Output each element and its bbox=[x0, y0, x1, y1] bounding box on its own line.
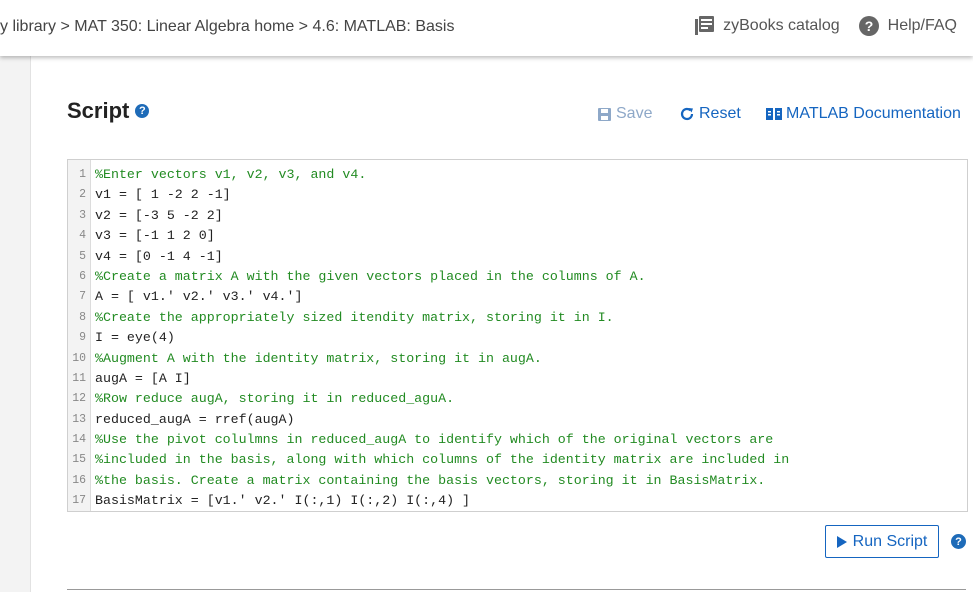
breadcrumb-separator: > bbox=[294, 18, 313, 35]
reset-button[interactable]: Reset bbox=[679, 105, 741, 123]
code-line[interactable]: 13 reduced_augA = rref(augA) bbox=[68, 410, 967, 430]
code-line[interactable]: 4 v3 = [-1 1 2 0] bbox=[68, 226, 967, 246]
code-line[interactable]: 12 %Row reduce augA, storing it in reduce… bbox=[68, 389, 967, 409]
breadcrumb-current-section: 4.6: MATLAB: Basis bbox=[312, 18, 455, 35]
breadcrumb-separator: > bbox=[56, 18, 75, 35]
code-comment: %Create the appropriately sized itendity… bbox=[95, 309, 614, 325]
code-comment: %included in the basis, along with which… bbox=[95, 452, 790, 468]
script-toolbar: Save Reset MATLAB Documentation bbox=[0, 105, 973, 125]
save-button[interactable]: Save bbox=[597, 105, 652, 123]
breadcrumb-course-home[interactable]: MAT 350: Linear Algebra home bbox=[74, 18, 294, 35]
library-books-icon bbox=[695, 16, 715, 35]
code-line[interactable]: 10 %Augment A with the identity matrix, s… bbox=[68, 349, 967, 369]
code-statement: v2 = [-3 5 -2 2] bbox=[95, 207, 223, 223]
line-number: 1 bbox=[79, 168, 86, 181]
book-icon bbox=[766, 108, 782, 120]
code-statement: v3 = [-1 1 2 0] bbox=[95, 228, 215, 244]
run-script-button[interactable]: Run Script bbox=[825, 525, 939, 558]
breadcrumb-library[interactable]: y library bbox=[0, 18, 56, 35]
refresh-icon bbox=[680, 107, 694, 121]
code-line[interactable]: 2 v1 = [ 1 -2 2 -1] bbox=[68, 185, 967, 205]
matlab-documentation-label: MATLAB Documentation bbox=[786, 105, 961, 122]
help-circle-icon: ? bbox=[858, 16, 879, 36]
line-number: 7 bbox=[79, 290, 86, 304]
code-comment: %Create a matrix A with the given vector… bbox=[95, 268, 646, 284]
code-line[interactable]: 3 v2 = [-3 5 -2 2] bbox=[68, 206, 967, 226]
top-nav: zyBooks catalog ? Help/FAQ bbox=[675, 15, 957, 37]
line-number: 16 bbox=[72, 473, 86, 487]
floppy-disk-icon bbox=[598, 107, 611, 121]
code-statement: I = eye(4) bbox=[95, 330, 175, 346]
line-number: 12 bbox=[72, 392, 86, 406]
code-statement: BasisMatrix = [v1.' v2.' I(:,1) I(:,2) I… bbox=[95, 493, 471, 509]
line-number: 6 bbox=[79, 269, 86, 283]
play-icon bbox=[836, 535, 847, 548]
section-divider bbox=[67, 589, 966, 590]
code-comment: %Enter vectors v1, v2, v3, and v4. bbox=[95, 167, 367, 182]
code-line[interactable]: 9 I = eye(4) bbox=[68, 328, 967, 348]
svg-text:?: ? bbox=[864, 18, 873, 34]
code-line[interactable]: 5 v4 = [0 -1 4 -1] bbox=[68, 247, 967, 267]
top-bar: y library > MAT 350: Linear Algebra home… bbox=[0, 0, 973, 56]
code-editor[interactable]: 1 %Enter vectors v1, v2, v3, and v4. 2 v1 =… bbox=[67, 159, 968, 512]
line-number: 14 bbox=[72, 433, 86, 447]
save-label: Save bbox=[616, 105, 653, 122]
code-line[interactable]: 11 augA = [A I] bbox=[68, 369, 967, 389]
code-line[interactable]: 15 %included in the basis, along with whi… bbox=[68, 450, 967, 470]
code-comment: %Augment A with the identity matrix, sto… bbox=[95, 350, 542, 366]
line-number: 4 bbox=[79, 229, 86, 243]
breadcrumb: y library > MAT 350: Linear Algebra home… bbox=[0, 18, 454, 36]
code-line[interactable]: 17 BasisMatrix = [v1.' v2.' I(:,1) I(:,2)… bbox=[68, 491, 967, 511]
line-number: 8 bbox=[79, 310, 86, 324]
code-statement: augA = [A I] bbox=[95, 370, 191, 386]
line-number: 17 bbox=[72, 494, 86, 508]
matlab-documentation-link[interactable]: MATLAB Documentation bbox=[766, 105, 961, 123]
code-line[interactable]: 14 %Use the pivot colulmns in reduced_aug… bbox=[68, 430, 967, 450]
code-statement: A = [ v1.' v2.' v3.' v4.'] bbox=[95, 289, 303, 305]
line-number: 13 bbox=[72, 412, 86, 426]
reset-label: Reset bbox=[699, 105, 741, 122]
line-number: 11 bbox=[72, 371, 86, 385]
code-line[interactable]: 6 %Create a matrix A with the given vecto… bbox=[68, 267, 967, 287]
help-faq-label: Help/FAQ bbox=[887, 17, 957, 34]
run-script-help-icon[interactable]: ? bbox=[951, 534, 966, 549]
left-rail bbox=[0, 56, 31, 592]
line-number: 9 bbox=[79, 331, 86, 345]
code-lines: 1 %Enter vectors v1, v2, v3, and v4. 2 v1 =… bbox=[68, 165, 967, 512]
code-line[interactable]: 1 %Enter vectors v1, v2, v3, and v4. bbox=[68, 165, 967, 185]
line-number: 5 bbox=[79, 249, 86, 263]
code-line[interactable]: 7 A = [ v1.' v2.' v3.' v4.'] bbox=[68, 287, 967, 307]
line-number: 3 bbox=[79, 208, 86, 222]
run-script-label: Run Script bbox=[852, 532, 928, 550]
code-statement: v4 = [0 -1 4 -1] bbox=[95, 248, 223, 264]
zybooks-catalog-link[interactable]: zyBooks catalog bbox=[693, 15, 840, 37]
code-line[interactable]: 8 %Create the appropriately sized itendit… bbox=[68, 308, 967, 328]
code-line[interactable]: 16 %the basis. Create a matrix containing… bbox=[68, 471, 967, 491]
code-comment: %the basis. Create a matrix containing t… bbox=[95, 472, 766, 488]
help-faq-link[interactable]: ? Help/FAQ bbox=[858, 15, 957, 37]
code-comment: %Row reduce augA, storing it in reduced_… bbox=[95, 391, 455, 407]
code-statement: v1 = [ 1 -2 2 -1] bbox=[95, 187, 231, 203]
line-number: 15 bbox=[72, 453, 86, 467]
code-comment: %Use the pivot colulmns in reduced_augA … bbox=[95, 432, 774, 448]
code-statement: reduced_augA = rref(augA) bbox=[95, 411, 295, 427]
zybooks-catalog-label: zyBooks catalog bbox=[723, 17, 840, 34]
line-number: 2 bbox=[79, 188, 86, 202]
line-number: 10 bbox=[72, 351, 86, 365]
